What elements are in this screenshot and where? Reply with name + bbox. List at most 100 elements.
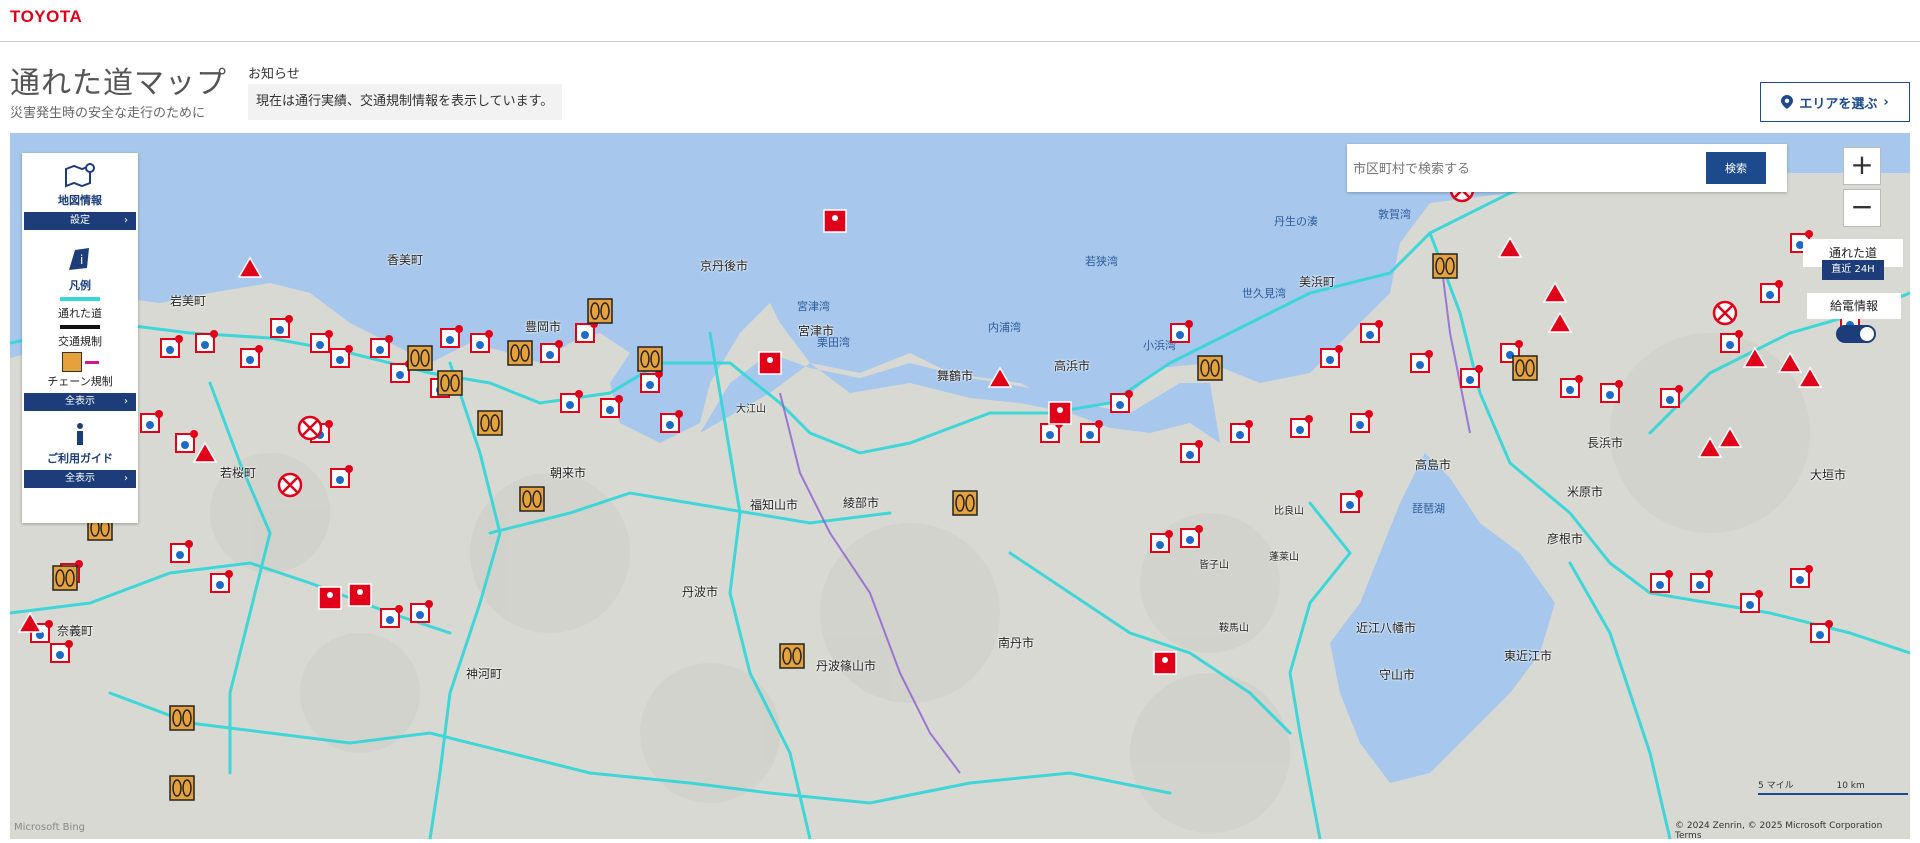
select-area-button[interactable]: エリアを選ぶ ›: [1760, 82, 1910, 122]
snow-warning-icon[interactable]: [270, 315, 293, 338]
snow-warning-icon[interactable]: [1600, 380, 1623, 403]
warning-triangle-icon[interactable]: [17, 611, 43, 633]
snow-warning-icon[interactable]: [1810, 620, 1833, 643]
road-work-icon[interactable]: [1153, 651, 1177, 675]
snow-warning-icon[interactable]: [1110, 390, 1133, 413]
road-work-icon[interactable]: [758, 351, 782, 375]
snow-warning-icon[interactable]: [140, 410, 163, 433]
chain-regulation-icon[interactable]: [637, 346, 663, 372]
snow-warning-icon[interactable]: [1560, 375, 1583, 398]
snow-warning-icon[interactable]: [1460, 365, 1483, 388]
zoom-out-button[interactable]: −: [1843, 189, 1881, 227]
snow-warning-icon[interactable]: [210, 570, 233, 593]
notice-box: 現在は通行実績、交通規制情報を表示しています。: [248, 84, 562, 120]
chain-regulation-icon[interactable]: [519, 486, 545, 512]
snow-warning-icon[interactable]: [1740, 590, 1763, 613]
warning-triangle-icon[interactable]: [1742, 346, 1768, 368]
guide-label: ご利用ガイド: [47, 452, 113, 465]
chain-regulation-icon[interactable]: [52, 565, 78, 591]
snow-warning-icon[interactable]: [310, 330, 333, 353]
warning-triangle-icon[interactable]: [987, 366, 1013, 388]
chain-regulation-icon[interactable]: [779, 643, 805, 669]
snow-warning-icon[interactable]: [1410, 350, 1433, 373]
chain-regulation-icon[interactable]: [1512, 355, 1538, 381]
warning-triangle-icon[interactable]: [192, 441, 218, 463]
snow-warning-icon[interactable]: [1660, 385, 1683, 408]
warning-triangle-icon[interactable]: [1697, 436, 1723, 458]
snow-warning-icon[interactable]: [470, 330, 493, 353]
snow-warning-icon[interactable]: [240, 345, 263, 368]
snow-warning-icon[interactable]: [370, 335, 393, 358]
guide-section: ご利用ガイド 全表示: [22, 411, 138, 488]
map-settings-button[interactable]: 設定: [24, 212, 136, 230]
latest-24h-toggle[interactable]: 直近 24H: [1822, 260, 1884, 280]
snow-warning-icon[interactable]: [1180, 440, 1203, 463]
map-view[interactable]: 京丹後市 宮津市 舞鶴市 高浜市 美浜町 香美町 豊岡市 朝来市 福知山市 綾部…: [10, 133, 1910, 839]
snow-warning-icon[interactable]: [195, 330, 218, 353]
snow-warning-icon[interactable]: [660, 410, 683, 433]
snow-warning-icon[interactable]: [560, 390, 583, 413]
road-work-icon[interactable]: [348, 583, 372, 607]
snow-warning-icon[interactable]: [175, 430, 198, 453]
snow-warning-icon[interactable]: [1720, 330, 1743, 353]
chain-regulation-icon[interactable]: [587, 298, 613, 324]
snow-warning-icon[interactable]: [600, 395, 623, 418]
snow-warning-icon[interactable]: [410, 600, 433, 623]
road-closed-icon[interactable]: [297, 415, 323, 441]
snow-warning-icon[interactable]: [1360, 320, 1383, 343]
road-work-icon[interactable]: [318, 586, 342, 610]
municipality-search-input[interactable]: [1351, 154, 1715, 184]
snow-warning-icon[interactable]: [1690, 570, 1713, 593]
road-work-icon[interactable]: [823, 209, 847, 233]
snow-warning-icon[interactable]: [1290, 415, 1313, 438]
chain-regulation-icon[interactable]: [477, 410, 503, 436]
map-attribution[interactable]: © 2024 Zenrin, © 2025 Microsoft Corporat…: [1675, 821, 1910, 839]
chain-regulation-icon[interactable]: [407, 345, 433, 371]
snow-warning-icon[interactable]: [380, 605, 403, 628]
snow-warning-icon[interactable]: [540, 340, 563, 363]
warning-triangle-icon[interactable]: [1497, 236, 1523, 258]
chain-regulation-icon[interactable]: [169, 705, 195, 731]
warning-triangle-icon[interactable]: [237, 256, 263, 278]
toyota-logo[interactable]: TOYOTA: [10, 7, 82, 27]
road-work-icon[interactable]: [1048, 401, 1072, 425]
snow-warning-icon[interactable]: [1170, 320, 1193, 343]
warning-triangle-icon[interactable]: [1797, 366, 1823, 388]
road-closed-icon[interactable]: [1712, 300, 1738, 326]
chain-regulation-icon[interactable]: [1197, 355, 1223, 381]
snow-warning-icon[interactable]: [640, 370, 663, 393]
power-supply-toggle[interactable]: [1836, 325, 1876, 343]
warning-triangle-icon[interactable]: [1717, 426, 1743, 448]
snow-warning-icon[interactable]: [1180, 525, 1203, 548]
warning-triangle-icon[interactable]: [1777, 351, 1803, 373]
snow-warning-icon[interactable]: [1080, 420, 1103, 443]
road-closed-icon[interactable]: [277, 472, 303, 498]
snow-warning-icon[interactable]: [170, 540, 193, 563]
snow-warning-icon[interactable]: [1650, 570, 1673, 593]
snow-warning-icon[interactable]: [1350, 410, 1373, 433]
warning-triangle-icon[interactable]: [1542, 281, 1568, 303]
snow-warning-icon[interactable]: [50, 640, 73, 663]
municipality-search: 検索: [1347, 144, 1787, 192]
chain-regulation-icon[interactable]: [169, 775, 195, 801]
chain-regulation-icon[interactable]: [952, 490, 978, 516]
map-settings-icon: [65, 163, 95, 188]
zoom-in-button[interactable]: +: [1843, 147, 1881, 185]
snow-warning-icon[interactable]: [440, 325, 463, 348]
guide-show-all-button[interactable]: 全表示: [24, 470, 136, 488]
snow-warning-icon[interactable]: [1230, 420, 1253, 443]
chain-regulation-icon[interactable]: [507, 340, 533, 366]
snow-warning-icon[interactable]: [330, 345, 353, 368]
chain-regulation-icon[interactable]: [1432, 253, 1458, 279]
snow-warning-icon[interactable]: [1340, 490, 1363, 513]
legend-show-all-button[interactable]: 全表示: [24, 393, 136, 411]
snow-warning-icon[interactable]: [1790, 565, 1813, 588]
snow-warning-icon[interactable]: [160, 335, 183, 358]
snow-warning-icon[interactable]: [1150, 530, 1173, 553]
warning-triangle-icon[interactable]: [1547, 311, 1573, 333]
snow-warning-icon[interactable]: [330, 465, 353, 488]
search-button[interactable]: 検索: [1706, 152, 1766, 184]
snow-warning-icon[interactable]: [1760, 280, 1783, 303]
chain-regulation-icon[interactable]: [437, 370, 463, 396]
snow-warning-icon[interactable]: [1320, 345, 1343, 368]
